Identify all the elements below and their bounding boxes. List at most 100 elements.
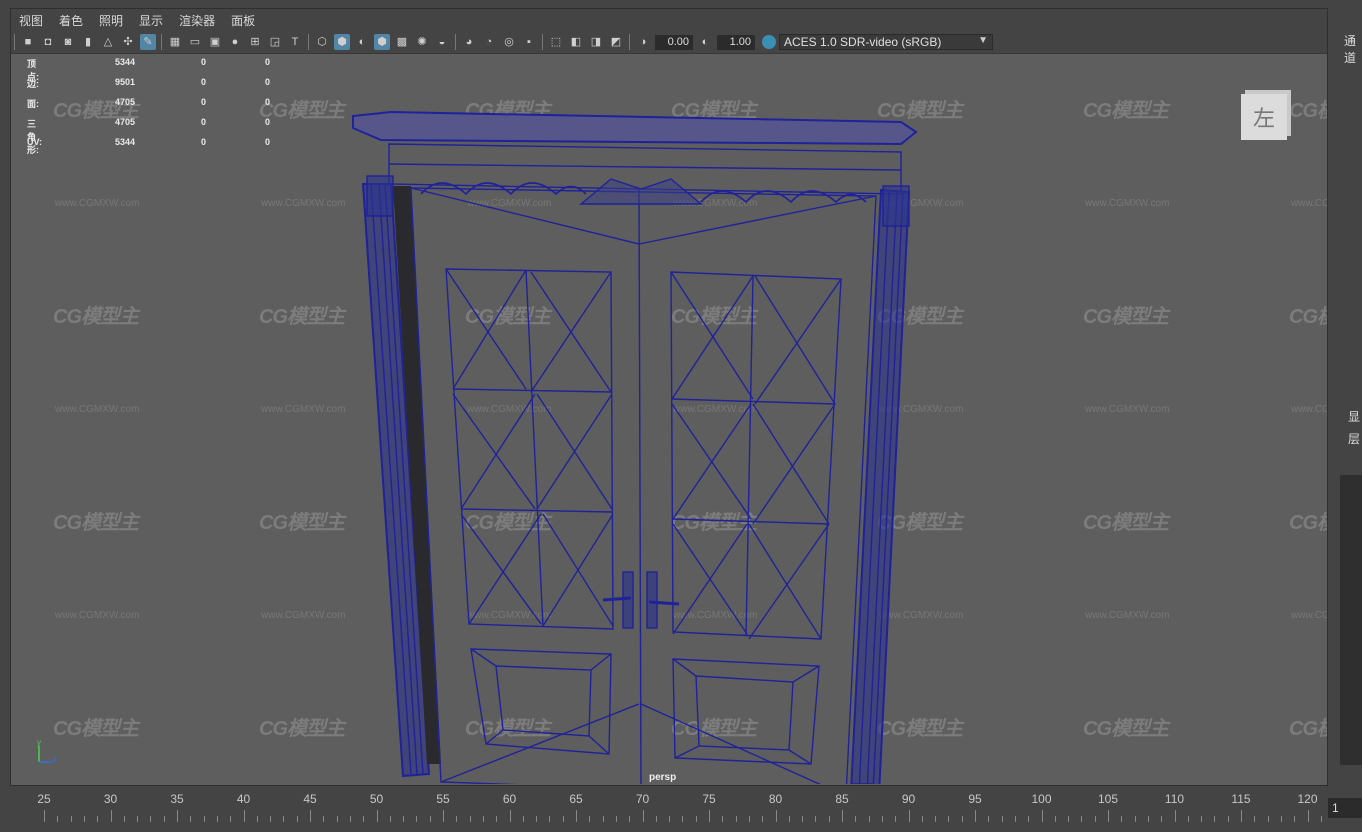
frame-tick: [83, 816, 85, 822]
image-plane-icon[interactable]: △: [100, 34, 116, 50]
channel-box-tab[interactable]: 通道: [1344, 32, 1362, 66]
frame-tick: [642, 810, 644, 822]
frame-tick: [868, 816, 870, 822]
frame-tick-label: 50: [369, 792, 384, 806]
frame-tick-label: 65: [569, 792, 583, 806]
frame-tick: [482, 816, 484, 822]
watermark-url: www.CGMXW.com: [55, 198, 140, 209]
watermark-logo: CG模型主: [1289, 306, 1327, 328]
frame-tick: [496, 816, 498, 822]
film-gate-icon[interactable]: ▭: [187, 34, 203, 50]
color-management-icon[interactable]: [762, 35, 776, 49]
motion-blur-icon[interactable]: ◔: [481, 34, 497, 50]
watermark-logo: CG模型主: [53, 718, 139, 740]
frame-tick: [935, 816, 937, 822]
smooth-shade-icon[interactable]: ⬢: [334, 34, 350, 50]
watermark-url: www.CGMXW.com: [261, 198, 346, 209]
anti-aliasing-icon[interactable]: ◎: [501, 34, 517, 50]
watermark-url: www.CGMXW.com: [1291, 404, 1327, 415]
gate-mask-icon[interactable]: ●: [227, 34, 243, 50]
frame-tick: [921, 816, 923, 822]
watermark-logo: CG模型主: [1289, 718, 1327, 740]
menu-view[interactable]: 视图: [11, 12, 51, 29]
frame-tick: [256, 816, 258, 822]
select-camera-icon[interactable]: ■: [20, 34, 36, 50]
frame-tick: [123, 816, 125, 822]
xray-joints-icon[interactable]: ◩: [608, 34, 624, 50]
watermark-logo: CG模型主: [1083, 100, 1169, 122]
frame-tick: [748, 816, 750, 822]
frame-tick: [456, 816, 458, 822]
screen-space-ao-icon[interactable]: ◕: [461, 34, 477, 50]
menu-panels[interactable]: 面板: [223, 12, 263, 29]
time-ruler[interactable]: 25 30 35 40 45 50 55 60 65 70 75 80 85 90 95 100 105 110 1…: [0, 790, 1330, 832]
frame-tick: [669, 816, 671, 822]
frame-tick: [802, 816, 804, 822]
door-wireframe-model[interactable]: [341, 104, 921, 784]
shadows-icon[interactable]: ◒: [434, 34, 450, 50]
frame-tick: [469, 816, 471, 822]
field-chart-icon[interactable]: ⊞: [247, 34, 263, 50]
safe-action-icon[interactable]: ◲: [267, 34, 283, 50]
frame-tick: [323, 816, 325, 822]
display-tab[interactable]: 显: [1348, 408, 1360, 425]
frame-tick: [988, 816, 990, 822]
frame-tick-label: 110: [1164, 792, 1185, 806]
use-all-lights-icon[interactable]: ✺: [414, 34, 430, 50]
xray-active-components-icon[interactable]: ◨: [588, 34, 604, 50]
view-transform-select[interactable]: ACES 1.0 SDR-video (sRGB) ▼: [779, 34, 993, 50]
grid-icon[interactable]: ▦: [167, 34, 183, 50]
current-frame-field[interactable]: 1: [1328, 798, 1362, 818]
viewport-panel: 视图 着色 照明 显示 渲染器 面板 ■ ◘ ◙ ▮ △ ✣ ✎ ▦ ▭ ▣ ●…: [10, 8, 1328, 786]
gamma-icon[interactable]: ◐: [697, 34, 713, 50]
frame-tick: [709, 810, 710, 822]
frame-tick: [1068, 816, 1070, 822]
frame-tick: [855, 816, 857, 822]
menu-renderer[interactable]: 渲染器: [171, 12, 223, 29]
resolution-gate-icon[interactable]: ▣: [207, 34, 223, 50]
toolbar-separator: [542, 34, 543, 50]
wireframe-icon[interactable]: ⬡: [314, 34, 330, 50]
time-slider[interactable]: 25 30 35 40 45 50 55 60 65 70 75 80 85 90 95 100 105 110 1…: [0, 790, 1330, 832]
menu-show[interactable]: 显示: [131, 12, 171, 29]
exposure-icon[interactable]: ◑: [635, 34, 651, 50]
menu-shading[interactable]: 着色: [51, 12, 91, 29]
frame-tick: [762, 816, 764, 822]
menu-lighting[interactable]: 照明: [91, 12, 131, 29]
2d-pan-zoom-icon[interactable]: ✣: [120, 34, 136, 50]
frame-tick: [230, 816, 232, 822]
layer-list: [1340, 475, 1362, 765]
camera-attributes-icon[interactable]: ◘: [40, 34, 56, 50]
frame-tick-label: 30: [103, 792, 118, 806]
3d-viewport[interactable]: CG模型主 www.CGMXW.com CG模型主 www.CGMXW.com CG模型…: [11, 54, 1327, 785]
frame-tick-label: 35: [170, 792, 184, 806]
safe-title-icon[interactable]: T: [287, 34, 303, 50]
frame-tick: [1028, 816, 1030, 822]
frame-tick: [1121, 816, 1123, 822]
frame-tick: [1267, 816, 1269, 822]
watermark-url: www.CGMXW.com: [1291, 198, 1327, 209]
depth-of-field-icon[interactable]: ▪: [521, 34, 537, 50]
xray-icon[interactable]: ◧: [568, 34, 584, 50]
frame-tick: [1254, 816, 1256, 822]
wireframe-on-shaded-icon[interactable]: ⬢: [374, 34, 390, 50]
layer-tab[interactable]: 层: [1348, 430, 1360, 447]
frame-tick: [1307, 810, 1309, 822]
axis-z-label: z: [53, 754, 57, 763]
view-cube[interactable]: 左: [1241, 94, 1287, 140]
isolate-select-icon[interactable]: ⬚: [548, 34, 564, 50]
hud-value: 0: [201, 137, 207, 147]
exposure-field[interactable]: 0.00: [655, 34, 693, 50]
frame-tick: [110, 810, 112, 822]
frame-tick: [549, 816, 551, 822]
gamma-field[interactable]: 1.00: [717, 34, 755, 50]
grease-pencil-icon[interactable]: ✎: [140, 34, 156, 50]
textured-icon[interactable]: ▩: [394, 34, 410, 50]
frame-tick: [828, 816, 830, 822]
bookmark-icon[interactable]: ▮: [80, 34, 96, 50]
hud-value: 4705: [115, 97, 136, 107]
hud-value: 0: [201, 97, 207, 107]
bookmark-camera-icon[interactable]: ◙: [60, 34, 76, 50]
frame-tick-label: 70: [635, 792, 650, 806]
default-material-icon[interactable]: ◐: [354, 34, 370, 50]
